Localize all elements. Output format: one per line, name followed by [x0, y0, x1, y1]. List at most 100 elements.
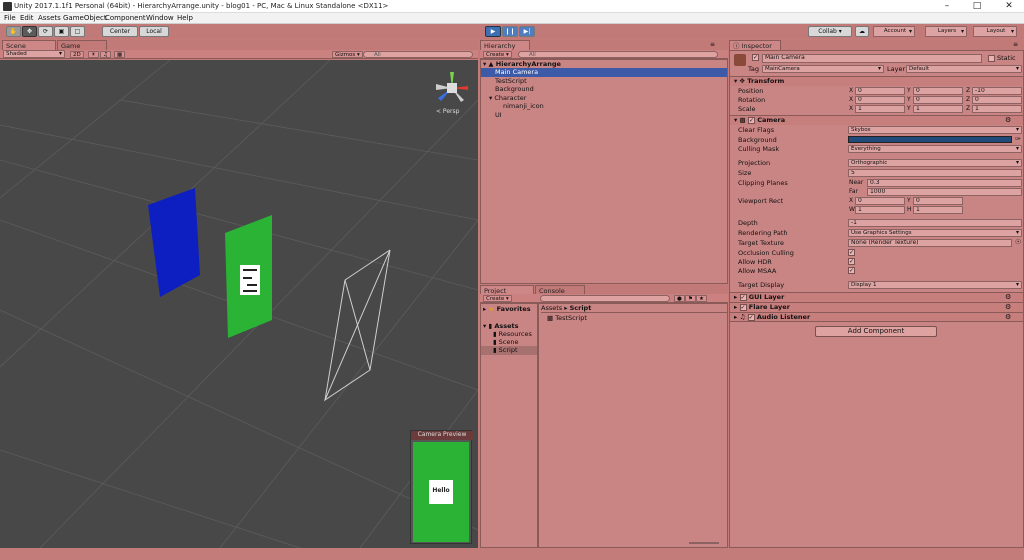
scale-tool-icon[interactable]: ▣	[54, 26, 69, 37]
viewport-w-field[interactable]: 1	[855, 206, 905, 214]
rendering-path-dropdown[interactable]: Use Graphics Settings	[848, 229, 1022, 237]
shading-mode-dropdown[interactable]: Shaded	[3, 50, 65, 58]
tag-dropdown[interactable]: MainCamera	[762, 65, 884, 73]
audio-icon[interactable]: ♫	[100, 51, 111, 58]
component-settings-gear-icon[interactable]: ⚙	[1005, 116, 1011, 124]
hierarchy-item-ui[interactable]: UI	[495, 111, 502, 120]
position-y-field[interactable]: 0	[913, 87, 963, 95]
camera-header[interactable]: ▾ ▩ ✓ Camera	[730, 115, 1023, 125]
hand-tool-icon[interactable]: ✋	[6, 26, 21, 37]
gui-layer-checkbox[interactable]: ✓	[739, 293, 747, 301]
size-field[interactable]: 5	[848, 169, 1022, 177]
menu-help[interactable]: Help	[177, 14, 193, 22]
object-picker-icon[interactable]: ☉	[1015, 238, 1021, 246]
component-settings-gear-icon[interactable]: ⚙	[1005, 313, 1011, 321]
maximize-button[interactable]: □	[962, 0, 992, 13]
favorites-item[interactable]: ▸ ★ Favorites	[483, 305, 531, 314]
pause-button[interactable]: ❙❙	[502, 26, 518, 37]
persp-label[interactable]: < Persp	[436, 108, 459, 115]
rotate-tool-icon[interactable]: ⟳	[38, 26, 53, 37]
viewport-h-field[interactable]: 1	[913, 206, 963, 214]
projection-dropdown[interactable]: Orthographic	[848, 159, 1022, 167]
hierarchy-menu-icon[interactable]: ≡	[710, 41, 715, 48]
scale-x-field[interactable]: 1	[855, 105, 905, 113]
rect-tool-icon[interactable]: □	[70, 26, 85, 37]
asset-testscript[interactable]: ▩ TestScript	[547, 314, 587, 323]
layer-dropdown[interactable]: Default	[906, 65, 1022, 73]
scene-search-input[interactable]: All	[363, 51, 473, 58]
position-x-field[interactable]: 0	[855, 87, 905, 95]
gizmos-dropdown[interactable]: Gizmos ▾	[332, 51, 363, 58]
hierarchy-item-background[interactable]: Background	[495, 85, 534, 94]
menu-assets[interactable]: Assets	[38, 14, 61, 22]
allow-hdr-checkbox[interactable]: ✓	[848, 258, 855, 265]
step-button[interactable]: ▶|	[519, 26, 535, 37]
flare-layer-checkbox[interactable]: ✓	[739, 303, 747, 311]
icon-size-slider[interactable]	[689, 542, 719, 544]
filter-type-icon[interactable]: ●	[674, 295, 685, 302]
mode-2d-toggle[interactable]: 2D	[70, 51, 84, 58]
static-checkbox[interactable]	[988, 55, 995, 62]
hierarchy-search-input[interactable]: All	[518, 51, 718, 58]
layout-dropdown[interactable]: Layout	[973, 26, 1017, 37]
play-button[interactable]: ▶	[485, 26, 501, 37]
component-settings-gear-icon[interactable]: ⚙	[1005, 293, 1011, 301]
add-component-button[interactable]: Add Component	[815, 326, 937, 337]
hierarchy-create-button[interactable]: Create ▾	[483, 51, 512, 58]
breadcrumb-script[interactable]: Script	[570, 304, 592, 312]
scale-z-field[interactable]: 1	[972, 105, 1022, 113]
layers-dropdown[interactable]: Layers	[925, 26, 967, 37]
eyedropper-icon[interactable]: ✑	[1015, 135, 1021, 143]
rotation-z-field[interactable]: 0	[972, 96, 1022, 104]
gui-layer-header[interactable]: ▸ ✓ GUI Layer	[730, 292, 1023, 302]
far-field[interactable]: 1000	[867, 188, 1022, 196]
gameobject-name-field[interactable]: Main Camera	[762, 54, 982, 63]
gameobject-active-checkbox[interactable]: ✓	[752, 54, 759, 61]
lighting-icon[interactable]: ☀	[88, 51, 99, 58]
pivot-local-button[interactable]: Local	[139, 26, 169, 37]
menu-edit[interactable]: Edit	[20, 14, 34, 22]
filter-label-icon[interactable]: ⚑	[685, 295, 696, 302]
effects-icon[interactable]: ▦	[114, 51, 126, 58]
culling-mask-dropdown[interactable]: Everything	[848, 145, 1022, 153]
project-create-button[interactable]: Create ▾	[483, 295, 512, 302]
background-color-swatch[interactable]	[848, 136, 1012, 143]
menu-window[interactable]: Window	[146, 14, 174, 22]
viewport-y-field[interactable]: 0	[913, 197, 963, 205]
audio-listener-header[interactable]: ▸ ♫ ✓ Audio Listener	[730, 312, 1023, 322]
inspector-menu-icon[interactable]: ≡	[1013, 41, 1018, 48]
scale-y-field[interactable]: 1	[913, 105, 963, 113]
hierarchy-item-main-camera[interactable]: Main Camera	[481, 68, 727, 77]
target-display-dropdown[interactable]: Display 1	[848, 281, 1022, 289]
near-field[interactable]: 0.3	[867, 179, 1022, 187]
collab-button[interactable]: Collab ▾	[808, 26, 852, 37]
minimize-button[interactable]: –	[932, 0, 962, 13]
scene-gizmo-icon[interactable]	[432, 68, 472, 108]
rotation-y-field[interactable]: 0	[913, 96, 963, 104]
account-dropdown[interactable]: Account	[873, 26, 915, 37]
project-search-input[interactable]	[540, 295, 670, 302]
cloud-icon[interactable]: ☁	[855, 26, 869, 37]
menu-file[interactable]: File	[4, 14, 16, 22]
occlusion-culling-checkbox[interactable]: ✓	[848, 249, 855, 256]
transform-header[interactable]: ▾ ✥ Transform	[730, 76, 1023, 86]
flare-layer-header[interactable]: ▸ ✓ Flare Layer	[730, 302, 1023, 312]
target-texture-field[interactable]: None (Render Texture)	[848, 239, 1012, 247]
position-z-field[interactable]: -10	[972, 87, 1022, 95]
pivot-center-button[interactable]: Center	[102, 26, 138, 37]
audio-listener-checkbox[interactable]: ✓	[747, 313, 755, 321]
move-tool-icon[interactable]: ✥	[22, 26, 37, 37]
component-settings-gear-icon[interactable]: ⚙	[1005, 303, 1011, 311]
allow-msaa-checkbox[interactable]: ✓	[848, 267, 855, 274]
rotation-x-field[interactable]: 0	[855, 96, 905, 104]
hierarchy-item-nimanji-icon[interactable]: nimanji_icon	[503, 102, 544, 111]
clear-flags-dropdown[interactable]: Skybox	[848, 126, 1022, 134]
breadcrumb-assets[interactable]: Assets	[541, 304, 562, 312]
camera-enabled-checkbox[interactable]: ✓	[747, 116, 755, 124]
menu-gameobject[interactable]: GameObject	[63, 14, 107, 22]
scene-viewport[interactable]: < Persp Camera Preview Hello	[0, 60, 478, 548]
favorite-star-icon[interactable]: ★	[696, 295, 707, 302]
menu-component[interactable]: Component	[105, 14, 146, 22]
folder-script[interactable]: ▮ Script	[481, 346, 537, 355]
viewport-x-field[interactable]: 0	[855, 197, 905, 205]
